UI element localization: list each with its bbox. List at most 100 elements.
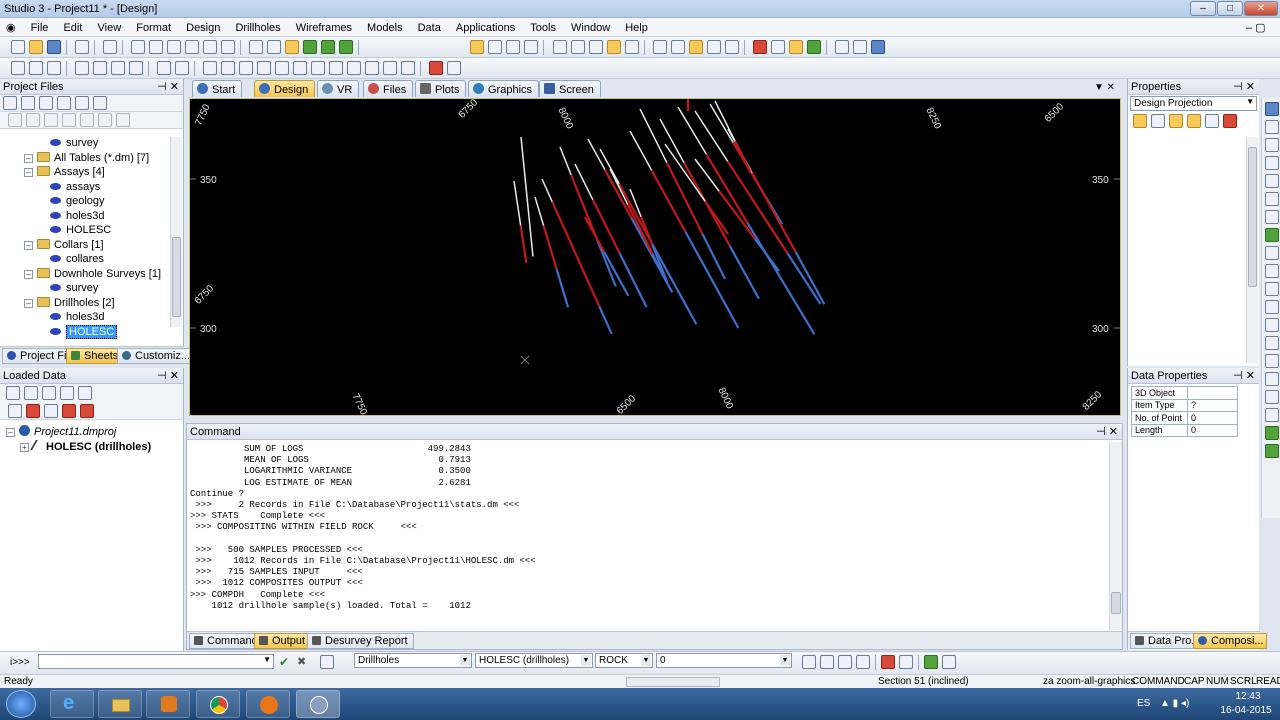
taskbar-internet-explorer[interactable]: e <box>50 690 94 718</box>
ld-delete-icon[interactable] <box>62 404 76 418</box>
grid-view-icon[interactable] <box>1265 408 1279 422</box>
ld-unload-icon[interactable] <box>26 404 40 418</box>
drillhole-segment[interactable] <box>618 252 648 308</box>
properties-scrollbar[interactable] <box>1246 137 1258 363</box>
settings-icon[interactable] <box>870 40 885 54</box>
tab-plots[interactable]: Plots <box>415 80 467 97</box>
wireframe-icon[interactable] <box>303 40 318 54</box>
tab-screen[interactable]: Screen <box>539 80 601 97</box>
view-icon[interactable] <box>1265 102 1279 116</box>
menu-help[interactable]: Help <box>619 19 654 34</box>
drillhole-section-view[interactable]: 7750 6750 8000 8250 6500 350 6750 300 35… <box>190 99 1120 415</box>
circle-tool-icon[interactable] <box>47 61 62 75</box>
object-combo[interactable]: HOLESC (drillholes) ▼ <box>475 653 593 668</box>
prop-style-icon[interactable] <box>1187 114 1201 128</box>
tray-icons[interactable]: ▲ ▮ ◂) <box>1160 698 1189 709</box>
rotate-view-icon[interactable] <box>275 61 290 75</box>
move-all-icon[interactable] <box>239 61 254 75</box>
draw-line-icon[interactable] <box>149 40 164 54</box>
smooth-icon[interactable] <box>383 61 398 75</box>
shade-icon[interactable] <box>1265 372 1279 386</box>
tool-icon[interactable] <box>820 655 834 669</box>
drillhole-segment[interactable] <box>591 199 621 254</box>
drillhole-segment[interactable] <box>534 196 545 226</box>
check-icon[interactable]: ✔ <box>279 655 289 669</box>
select-icon[interactable] <box>249 40 264 54</box>
draw-point-icon[interactable] <box>131 40 146 54</box>
snap-icon[interactable] <box>470 40 485 54</box>
table-row[interactable]: Item Type? <box>1131 398 1238 412</box>
find-icon[interactable] <box>320 655 334 669</box>
ld-tool-icon[interactable] <box>78 386 92 400</box>
graphics-viewport[interactable]: 7750 6750 8000 8250 6500 350 6750 300 35… <box>189 98 1121 416</box>
properties-dropdown[interactable]: Design Projection ▼ <box>1130 96 1257 111</box>
zoom-all-icon[interactable] <box>1265 174 1279 188</box>
pointer-plus-icon[interactable] <box>670 40 685 54</box>
line-tool-icon[interactable] <box>29 61 44 75</box>
drillhole-segment[interactable] <box>513 180 522 226</box>
drillhole-segment[interactable] <box>603 169 633 219</box>
view-tabs-dropdown[interactable]: ▼ ✕ <box>1094 82 1115 93</box>
drillhole-segment[interactable] <box>694 110 729 162</box>
pan-icon[interactable] <box>221 61 236 75</box>
pointer-icon[interactable] <box>652 40 667 54</box>
legend-icon[interactable] <box>1265 426 1279 440</box>
tree-scroll-thumb[interactable] <box>172 237 181 317</box>
pf-view-icon[interactable] <box>93 96 107 110</box>
menu-design[interactable]: Design <box>180 19 226 34</box>
menu-applications[interactable]: Applications <box>450 19 521 34</box>
align-icon[interactable] <box>257 61 272 75</box>
taskbar-app[interactable] <box>246 690 290 718</box>
panel-pin-close[interactable]: ⊣ ✕ <box>1233 80 1255 93</box>
tab-output[interactable]: Output <box>254 633 312 649</box>
pf-delete-icon[interactable] <box>75 96 89 110</box>
menu-file[interactable]: File <box>25 19 55 34</box>
stop-macro-icon[interactable] <box>899 655 913 669</box>
tree-item-survey-2[interactable]: survey <box>0 282 170 297</box>
value-combo[interactable]: 0 ▼ <box>656 653 792 668</box>
zoom-window-icon[interactable] <box>706 40 721 54</box>
layer-icon[interactable] <box>852 40 867 54</box>
tab-design[interactable]: Design <box>254 80 316 97</box>
arrow-left-icon[interactable] <box>1265 282 1279 296</box>
close-button[interactable]: ✕ <box>1244 1 1278 16</box>
ld-tool-icon[interactable] <box>42 386 56 400</box>
field-combo[interactable]: ROCK ▼ <box>595 653 653 668</box>
layers-icon[interactable] <box>1265 354 1279 368</box>
draw-polyline-icon[interactable] <box>167 40 182 54</box>
drillhole-segment[interactable] <box>794 251 826 305</box>
ld-tool-icon[interactable] <box>44 404 58 418</box>
wand-icon[interactable] <box>267 40 282 54</box>
ld-tool-icon[interactable] <box>24 386 38 400</box>
arrow-icon[interactable] <box>401 61 416 75</box>
rect-tool-icon[interactable] <box>75 61 90 75</box>
lasso-icon[interactable] <box>624 40 639 54</box>
drillhole-traces[interactable] <box>513 99 826 335</box>
drillhole-segment[interactable] <box>541 178 553 203</box>
taskbar-media-player[interactable] <box>146 690 190 718</box>
drillhole-segment[interactable] <box>559 146 572 176</box>
tab-command[interactable]: Command <box>189 633 264 649</box>
drillhole-segment[interactable] <box>596 239 617 287</box>
tree-item-assays[interactable]: assays <box>0 181 170 196</box>
prop-category-icon[interactable] <box>1133 114 1147 128</box>
play-icon[interactable] <box>788 40 803 54</box>
edit-vertex-icon[interactable] <box>203 40 218 54</box>
filter-view-icon[interactable] <box>1265 390 1279 404</box>
clear-icon[interactable]: ✖ <box>297 655 306 668</box>
menu-models[interactable]: Models <box>361 19 408 34</box>
tree-scrollbar[interactable] <box>170 137 182 327</box>
prop-filter-icon[interactable] <box>1205 114 1219 128</box>
drillhole-segment[interactable] <box>603 251 630 297</box>
tab-customization[interactable]: Customiz... <box>117 348 197 364</box>
edit-string-icon[interactable] <box>185 40 200 54</box>
clock-time[interactable]: 12:43 <box>1224 691 1272 702</box>
drillhole-segment[interactable] <box>701 233 726 280</box>
section-icon[interactable] <box>1265 264 1279 278</box>
tool-icon[interactable] <box>856 655 870 669</box>
tree-folder-collars[interactable]: – Collars [1] <box>0 238 170 254</box>
stop-icon[interactable] <box>770 40 785 54</box>
pf-refresh-icon[interactable] <box>21 96 35 110</box>
zoom-out-icon[interactable] <box>1265 156 1279 170</box>
zoom-extents-icon[interactable] <box>1265 192 1279 206</box>
